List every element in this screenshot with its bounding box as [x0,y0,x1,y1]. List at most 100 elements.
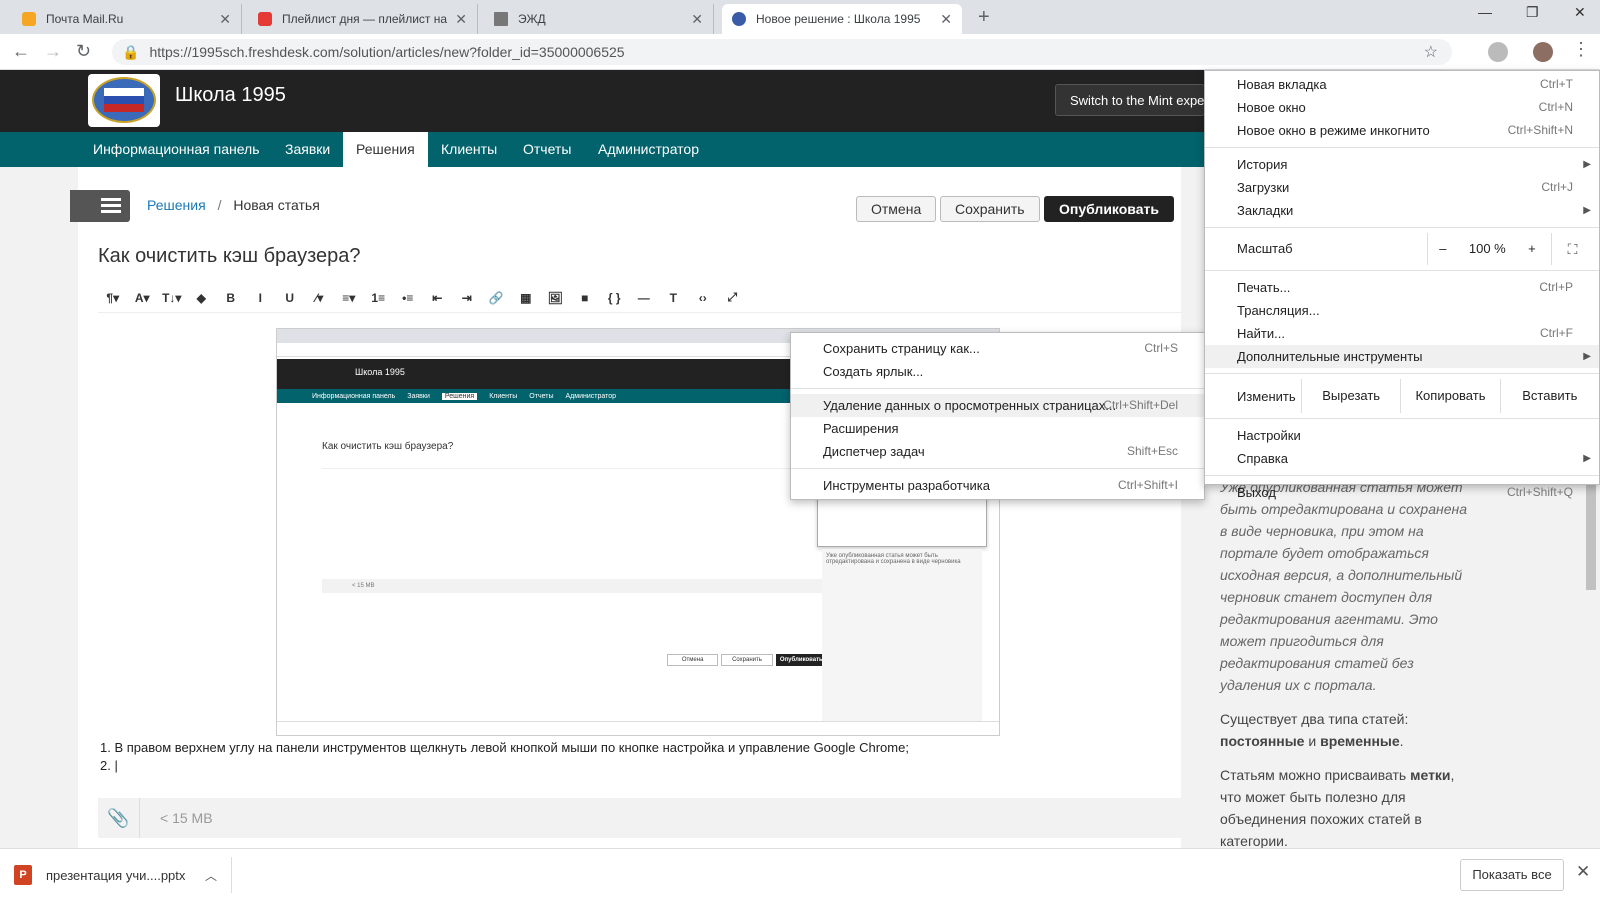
nav-reports[interactable]: Отчеты [510,132,584,167]
help-draft-text: Уже опубликованная статья может быть отр… [1220,479,1467,693]
maximize-icon[interactable]: ❐ [1526,4,1539,21]
save-button[interactable]: Сохранить [940,196,1040,222]
inner-nav-item: Отчеты [529,392,554,400]
nav-solutions[interactable]: Решения [343,132,428,167]
format-tool-icon[interactable]: I [246,291,276,305]
menu-item-shortcut: Ctrl+S [1144,341,1178,355]
menu-item[interactable]: История ▶ [1205,153,1599,176]
format-tool-icon[interactable]: A▾ [128,291,158,305]
format-tool-icon[interactable]: 🖼 [541,291,571,305]
format-tool-icon[interactable]: ≡▾ [334,291,364,305]
publish-button[interactable]: Опубликовать [1044,196,1174,222]
menu-item[interactable]: Загрузки Ctrl+J [1205,176,1599,199]
menu-item[interactable]: Печать... Ctrl+P [1205,276,1599,299]
format-tool-icon[interactable]: { } [600,291,630,305]
menu-item-exit[interactable]: Выход Ctrl+Shift+Q [1205,481,1599,504]
tab-new-solution[interactable]: Новое решение : Школа 1995 ✕ [722,4,962,34]
forward-icon[interactable]: → [44,41,62,62]
submenu-item[interactable]: Инструменты разработчика Ctrl+Shift+I [791,474,1204,497]
format-tool-icon[interactable]: 🔗 [482,291,512,305]
format-tool-icon[interactable]: ⁄▾ [305,291,335,305]
window-close-icon[interactable]: ✕ [1574,4,1586,21]
close-icon[interactable]: ✕ [940,11,952,28]
menu-item[interactable]: Справка ▶ [1205,447,1599,470]
address-bar[interactable]: 🔒 https://1995sch.freshdesk.com/solution… [112,39,1452,65]
format-tool-icon[interactable]: — [629,291,659,305]
nav-tickets[interactable]: Заявки [272,132,343,167]
format-tool-icon[interactable]: 1≡ [364,291,394,305]
format-tool-icon[interactable]: ■ [570,291,600,305]
copy-button[interactable]: Копировать [1400,379,1499,413]
tab-mail[interactable]: Почта Mail.Ru ✕ [12,4,242,34]
submenu-item[interactable]: Расширения [791,417,1204,440]
show-all-downloads-button[interactable]: Показать все [1460,859,1564,891]
paste-button[interactable]: Вставить [1499,379,1599,413]
download-item[interactable]: P презентация учи....pptx ︿ [14,857,232,893]
inner-publish-button: Опубликовать [775,654,827,666]
zoom-out-button[interactable]: – [1439,233,1446,265]
close-icon[interactable]: ✕ [219,11,231,28]
format-tool-icon[interactable]: ⇥ [452,291,482,305]
format-tool-icon[interactable]: ◆ [187,291,217,305]
submenu-item[interactable]: Создать ярлык... [791,360,1204,383]
new-tab-icon[interactable]: + [978,6,990,29]
menu-item[interactable]: Новое окно Ctrl+N [1205,96,1599,119]
cancel-button[interactable]: Отмена [856,196,937,222]
close-icon[interactable]: ✕ [691,11,703,28]
avatar[interactable] [1533,42,1553,62]
download-bar: P презентация учи....pptx ︿ Показать все… [0,848,1600,900]
menu-item[interactable]: Дополнительные инструменты ▶ [1205,345,1599,368]
article-title-input[interactable]: Как очистить кэш браузера? [98,245,361,268]
format-tool-icon[interactable]: ⤢ [718,290,748,305]
chevron-up-icon[interactable]: ︿ [205,867,217,884]
inner-sidebar-text: Уже опубликованная статья может быть отр… [822,549,982,729]
sidebar-toggle-button[interactable] [70,190,130,222]
format-tool-icon[interactable]: ‹› [688,291,718,305]
menu-kebab-icon[interactable]: ⋮ [1572,39,1590,60]
submenu-item[interactable]: Удаление данных о просмотренных страница… [791,394,1204,417]
body-text-line[interactable]: 2. | [100,758,118,773]
format-tool-icon[interactable]: T↓▾ [157,291,187,305]
format-tool-icon[interactable]: T [659,291,689,305]
menu-item[interactable]: Найти... Ctrl+F [1205,322,1599,345]
format-tool-icon[interactable]: ¶▾ [98,291,128,305]
submenu-arrow-icon: ▶ [1583,205,1591,216]
format-tool-icon[interactable]: ⇤ [423,291,453,305]
inner-nav-item: Администратор [565,392,617,400]
format-tool-icon[interactable]: ▦ [511,291,541,305]
tab-ezhd[interactable]: ЭЖД ✕ [484,4,714,34]
close-download-bar-icon[interactable]: ✕ [1576,862,1590,882]
cut-button[interactable]: Вырезать [1301,379,1400,413]
nav-dashboard[interactable]: Информационная панель [80,132,273,167]
zoom-in-button[interactable]: + [1528,233,1536,265]
format-tool-icon[interactable]: B [216,291,246,305]
close-icon[interactable]: ✕ [455,11,467,28]
submenu-item[interactable]: Диспетчер задач Shift+Esc [791,440,1204,463]
chrome-main-menu: Новая вкладка Ctrl+T Новое окно Ctrl+N Новое… [1204,70,1600,500]
vertical-scrollbar[interactable] [1583,468,1597,848]
bookmark-star-icon[interactable]: ☆ [1424,42,1438,62]
format-tool-icon[interactable]: •≡ [393,291,423,305]
url-text: https://1995sch.freshdesk.com/solution/a… [149,44,625,60]
minimize-icon[interactable]: — [1478,4,1492,20]
menu-item[interactable]: Новое окно в режиме инкогнито Ctrl+Shift+… [1205,119,1599,142]
nav-admin[interactable]: Администратор [585,132,712,167]
back-icon[interactable]: ← [12,41,30,62]
nav-clients[interactable]: Клиенты [428,132,510,167]
submenu-item[interactable]: Сохранить страницу как... Ctrl+S [791,337,1204,360]
menu-item[interactable]: Новая вкладка Ctrl+T [1205,73,1599,96]
menu-item-label: Трансляция... [1237,303,1320,318]
breadcrumb-solutions-link[interactable]: Решения [147,197,206,213]
paperclip-icon[interactable]: 📎 [98,798,140,838]
reload-icon[interactable]: ↻ [76,41,91,62]
mint-switch-button[interactable]: Switch to the Mint expe [1055,84,1205,116]
menu-item[interactable]: Настройки [1205,424,1599,447]
menu-item[interactable]: Трансляция... [1205,299,1599,322]
body-text-line[interactable]: 1. В правом верхнем углу на панели инстр… [100,740,909,755]
help-sidebar: Уже опубликованная статья может быть отр… [1200,472,1490,848]
menu-item[interactable]: Закладки ▶ [1205,199,1599,222]
fullscreen-icon[interactable]: ⛶ [1551,233,1593,265]
tab-playlist[interactable]: Плейлист дня — плейлист на Ян ✕ [248,4,478,34]
format-tool-icon[interactable]: U [275,291,305,305]
extension-icon[interactable] [1488,42,1508,62]
